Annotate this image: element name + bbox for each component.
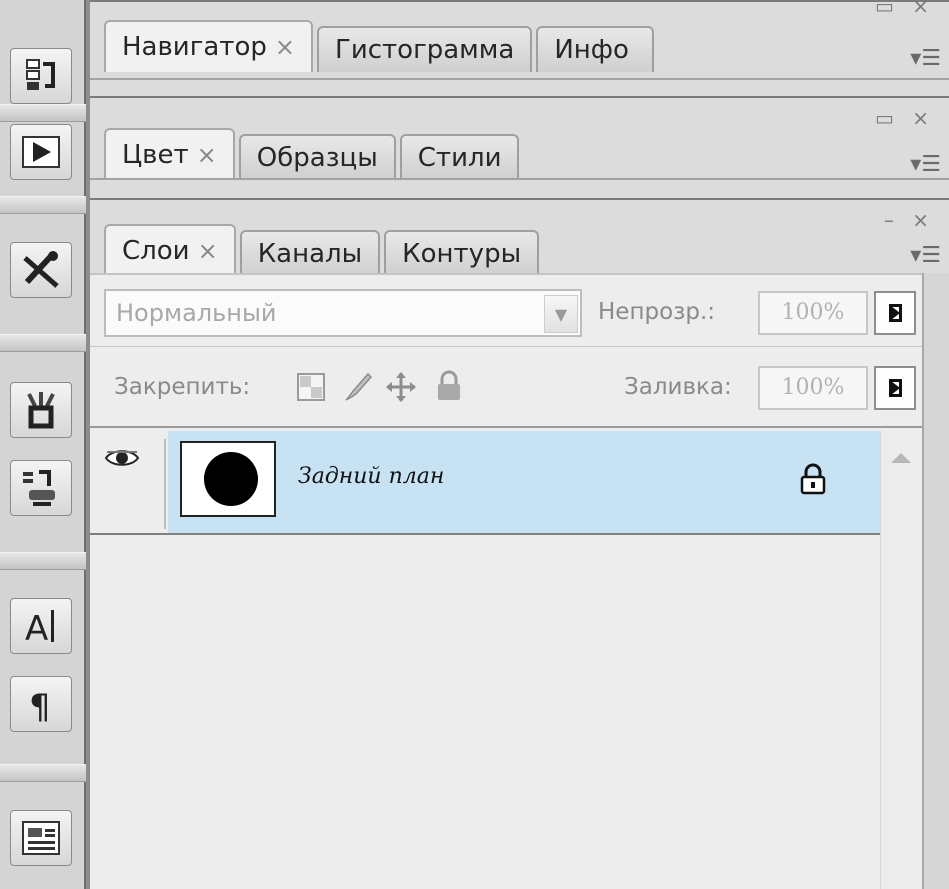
lock-all-icon[interactable] — [436, 370, 462, 406]
navigator-panel: ▭ × Навигатор × Гистограмма Инфо ▾☰ — [90, 0, 949, 98]
panel-menu-icon: ▾☰ — [910, 46, 941, 71]
tab-info[interactable]: Инфо — [536, 26, 655, 72]
layers-scrollbar[interactable] — [880, 431, 922, 889]
lock-label: Закрепить: — [114, 374, 251, 400]
tab-divider — [90, 78, 949, 80]
panel-menu-icon: ▾☰ — [910, 243, 941, 268]
photoshop-panels: A ¶ ▭ × Навигатор × Гистограмма Инфо ▾☰ ▭… — [0, 0, 949, 889]
fill-input[interactable]: 100% — [758, 366, 868, 410]
tab-layers[interactable]: Слои × — [104, 224, 236, 276]
dock-separator — [0, 104, 86, 122]
tab-histogram[interactable]: Гистограмма — [316, 26, 533, 72]
lock-position-icon[interactable] — [384, 370, 418, 408]
opacity-label: Непрозр.: — [598, 299, 716, 325]
panel-window-controls[interactable]: – × — [884, 208, 935, 232]
brushes-icon[interactable] — [10, 382, 72, 438]
layer-thumbnail[interactable] — [180, 441, 276, 517]
panel-menu-icon: ▾☰ — [910, 152, 941, 177]
actions-play-icon[interactable] — [10, 124, 72, 180]
tab-label: Цвет — [122, 140, 189, 170]
blend-mode-select[interactable]: Нормальный — [104, 289, 582, 337]
tab-label: Стили — [417, 143, 502, 173]
fill-slider-button[interactable] — [874, 366, 916, 410]
layers-panel-body: Нормальный ▼ Непрозр.: 100% Закрепить: З… — [90, 273, 949, 889]
close-icon[interactable]: × — [275, 33, 295, 61]
svg-text:A: A — [25, 609, 48, 646]
layer-name[interactable]: Задний план — [298, 464, 444, 489]
dock-separator — [0, 764, 86, 782]
tab-label: Навигатор — [122, 32, 267, 62]
character-icon[interactable]: A — [10, 598, 72, 654]
opacity-input[interactable]: 100% — [758, 291, 868, 335]
lock-pixels-icon[interactable] — [340, 370, 374, 408]
visibility-toggle[interactable] — [98, 439, 166, 529]
dock-separator — [0, 196, 86, 214]
layers-tabs: Слои × Каналы Контуры — [104, 224, 543, 276]
tab-navigator[interactable]: Навигатор × — [104, 20, 313, 72]
play-arrow-icon — [888, 304, 902, 322]
blend-options-row: Нормальный ▼ Непрозр.: 100% — [90, 275, 949, 347]
tab-label: Контуры — [402, 239, 522, 269]
panel-menu-button[interactable]: ▾☰ — [879, 44, 949, 76]
panel-dock-strip: A ¶ — [0, 0, 86, 889]
clone-source-icon[interactable] — [10, 460, 72, 516]
tool-presets-icon[interactable] — [10, 242, 72, 298]
tab-paths[interactable]: Контуры — [384, 230, 540, 276]
tab-channels[interactable]: Каналы — [239, 230, 381, 276]
tab-divider — [90, 178, 949, 180]
lock-fill-row: Закрепить: Заливка: 100% — [90, 348, 949, 428]
panel-right-edge — [922, 273, 949, 889]
tab-styles[interactable]: Стили — [399, 134, 520, 180]
eye-icon — [104, 450, 140, 466]
dock-separator — [0, 334, 86, 352]
panel-menu-button[interactable]: ▾☰ — [879, 241, 949, 273]
history-icon[interactable] — [10, 48, 72, 104]
tab-swatches[interactable]: Образцы — [238, 134, 396, 180]
svg-text:¶: ¶ — [29, 687, 51, 724]
chevron-down-icon[interactable]: ▼ — [544, 295, 578, 333]
close-icon[interactable]: × — [198, 237, 218, 265]
color-panel: ▭ × Цвет × Образцы Стили ▾☰ — [90, 96, 949, 198]
tab-label: Слои — [122, 236, 190, 266]
layer-selection[interactable]: Задний план — [168, 431, 880, 533]
tab-label: Образцы — [256, 143, 378, 173]
lock-transparent-icon[interactable] — [296, 372, 326, 406]
paragraph-icon[interactable]: ¶ — [10, 676, 72, 732]
panel-window-controls[interactable]: ▭ × — [875, 106, 935, 130]
layer-comps-icon[interactable] — [10, 810, 72, 866]
tab-label: Инфо — [554, 35, 629, 65]
tab-label: Гистограмма — [334, 35, 515, 65]
scroll-up-arrow-icon[interactable] — [891, 453, 911, 463]
thumbnail-content — [204, 452, 258, 506]
layer-row[interactable]: Задний план — [90, 431, 880, 535]
opacity-slider-button[interactable] — [874, 291, 916, 335]
close-icon[interactable]: × — [197, 141, 217, 169]
fill-label: Заливка: — [624, 374, 732, 400]
dock-separator — [0, 552, 86, 570]
panel-window-controls[interactable]: ▭ × — [875, 0, 935, 18]
color-tabs: Цвет × Образцы Стили — [104, 128, 523, 180]
layers-panel-header: – × Слои × Каналы Контуры ▾☰ — [90, 198, 949, 276]
lock-icon — [800, 463, 826, 499]
tab-color[interactable]: Цвет × — [104, 128, 235, 180]
play-arrow-icon — [888, 379, 902, 397]
navigator-tabs: Навигатор × Гистограмма Инфо — [104, 20, 658, 72]
tab-label: Каналы — [257, 239, 363, 269]
